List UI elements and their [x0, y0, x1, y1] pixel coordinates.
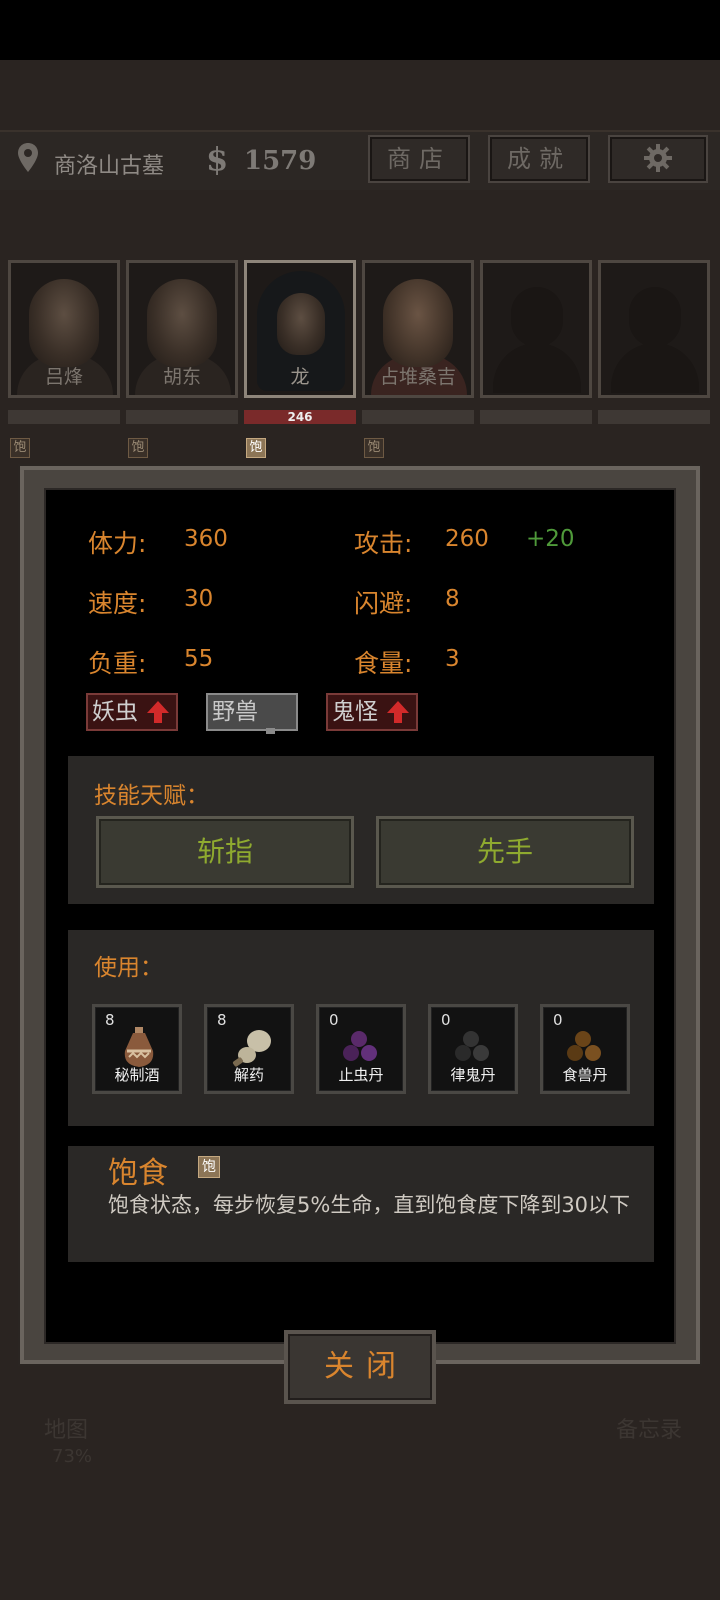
nav-bar-area [0, 1470, 720, 1600]
status-bar-area [0, 0, 720, 60]
neutral-dash-icon [266, 710, 288, 768]
item-name: 食兽丹 [562, 1066, 608, 1084]
item-insect-pill[interactable]: 0 止虫丹 [316, 1004, 406, 1094]
item-count: 8 [217, 1011, 227, 1029]
map-pin-icon [18, 143, 38, 172]
hp-value: 360 [184, 526, 228, 552]
tag-label: 鬼怪 [332, 699, 378, 725]
portrait-face [277, 293, 325, 355]
attack-value: 260 [445, 526, 489, 552]
party-member-3[interactable]: 龙 [244, 260, 356, 398]
party-member-2[interactable]: 胡东 [126, 260, 238, 398]
full-status-badge[interactable]: 饱 [128, 438, 148, 458]
portrait-face [147, 279, 217, 367]
hp-bar [126, 410, 238, 424]
dodge-label: 闪避: [354, 589, 413, 618]
party-slot-empty-2[interactable] [598, 260, 710, 398]
tag-ghost: 鬼怪 [326, 693, 418, 731]
item-count: 0 [441, 1011, 451, 1029]
item-count: 0 [329, 1011, 339, 1029]
party-slot-empty-1[interactable] [480, 260, 592, 398]
tag-insect: 妖虫 [86, 693, 178, 731]
item-beast-pill[interactable]: 0 食兽丹 [540, 1004, 630, 1094]
hp-bar [598, 410, 710, 424]
hp-bar: 246 [244, 410, 356, 424]
food-label: 食量: [354, 649, 413, 678]
portrait-face [383, 279, 453, 367]
party-member-name: 龙 [290, 366, 310, 388]
portrait-face [29, 279, 99, 367]
location-name: 商洛山古墓 [54, 154, 165, 179]
party-member-name: 占堆桑吉 [379, 366, 456, 388]
skill-button-2[interactable]: 先手 [376, 816, 634, 888]
status-description: 饱食状态，每步恢复5%生命，直到饱食度下降到30以下 [108, 1193, 631, 1217]
hp-label: 体力: [88, 529, 147, 558]
party-member-name: 吕烽 [44, 366, 83, 388]
item-name: 止虫丹 [338, 1066, 384, 1084]
map-percent: 73% [52, 1446, 93, 1467]
silhouette-head [511, 287, 563, 347]
item-name: 律鬼丹 [450, 1066, 496, 1084]
map-label: 地图 [44, 1418, 89, 1443]
full-status-badge[interactable]: 饱 [364, 438, 384, 458]
load-value: 55 [184, 646, 214, 672]
achievements-button[interactable]: 成就 [488, 135, 590, 183]
tag-label: 野兽 [212, 699, 258, 725]
item-name: 秘制酒 [114, 1066, 160, 1084]
party-member-1[interactable]: 吕烽 [8, 260, 120, 398]
tag-beast: 野兽 [206, 693, 298, 768]
load-label: 负重: [88, 649, 147, 678]
item-wine[interactable]: 8 秘制酒 [92, 1004, 182, 1094]
arrow-up-icon [387, 701, 409, 723]
close-button[interactable]: 关闭 [284, 1330, 436, 1404]
food-value: 3 [445, 646, 460, 672]
silhouette-body [493, 343, 581, 393]
silhouette-body [611, 343, 699, 393]
memo-label: 备忘录 [616, 1418, 683, 1443]
speed-label: 速度: [88, 589, 147, 618]
shop-button[interactable]: 商店 [368, 135, 470, 183]
arrow-up-icon [147, 701, 169, 723]
speed-value: 30 [184, 586, 214, 612]
full-status-badge[interactable]: 饱 [10, 438, 30, 458]
hp-value: 246 [287, 410, 313, 424]
silhouette-head [629, 287, 681, 347]
party-member-4[interactable]: 占堆桑吉 [362, 260, 474, 398]
item-ghost-pill[interactable]: 0 律鬼丹 [428, 1004, 518, 1094]
hp-bar [8, 410, 120, 424]
attack-label: 攻击: [354, 529, 413, 558]
skill-button-1[interactable]: 斩指 [96, 816, 354, 888]
party-member-name: 胡东 [162, 366, 201, 388]
hp-bar [480, 410, 592, 424]
item-count: 0 [553, 1011, 563, 1029]
item-count: 8 [105, 1011, 115, 1029]
tag-label: 妖虫 [92, 699, 138, 725]
status-title: 饱食 [108, 1156, 168, 1191]
gear-icon [644, 144, 672, 172]
attack-bonus: +20 [526, 526, 575, 552]
item-name: 解药 [233, 1066, 264, 1084]
skills-title: 技能天赋： [94, 783, 209, 809]
full-status-badge: 饱 [198, 1156, 220, 1178]
use-title: 使用： [94, 955, 163, 981]
full-status-badge[interactable]: 饱 [246, 438, 266, 458]
item-antidote[interactable]: 8 解药 [204, 1004, 294, 1094]
money-value: 1579 [244, 146, 317, 176]
dodge-value: 8 [445, 586, 460, 612]
hp-bar [362, 410, 474, 424]
settings-button[interactable] [608, 135, 708, 183]
money-symbol: $ [206, 140, 229, 178]
